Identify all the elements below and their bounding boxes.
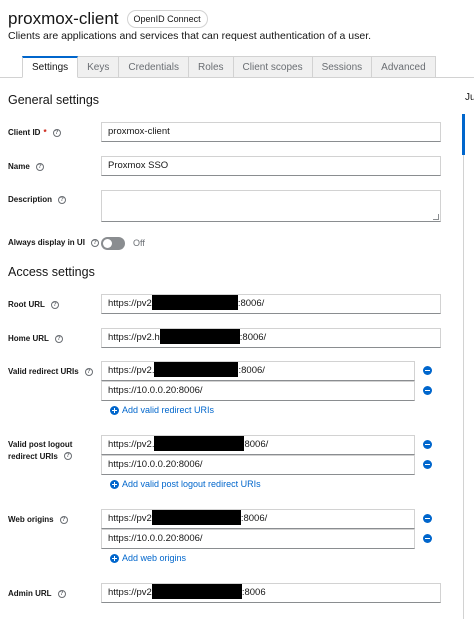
add-web-origin-label: Add web origins xyxy=(122,553,187,563)
page-header: proxmox-client OpenID Connect xyxy=(8,9,208,29)
redaction-block xyxy=(151,584,242,600)
redirect-uri-input[interactable]: https://10.0.0.20:8006/ xyxy=(101,381,415,401)
name-input[interactable]: Proxmox SSO xyxy=(101,156,441,176)
post-logout-label: Valid post logout redirect URIs ? xyxy=(8,439,72,462)
admin-url-input[interactable]: https://pv2 :8006 xyxy=(101,583,441,603)
redirect-uri-suffix: :8006/ xyxy=(238,365,265,376)
redirect-uris-label-text: Valid redirect URIs xyxy=(8,367,79,376)
resize-grip-icon[interactable] xyxy=(433,214,439,220)
client-id-label-text: Client ID xyxy=(8,128,41,137)
root-url-input[interactable]: https://pv2 :8006/ xyxy=(101,294,441,314)
post-logout-uri-input[interactable]: https://pv2. 8006/ xyxy=(101,435,415,455)
remove-minus-icon[interactable] xyxy=(423,460,432,469)
always-display-toggle[interactable] xyxy=(101,237,125,250)
add-redirect-uri-label: Add valid redirect URIs xyxy=(122,405,215,415)
client-id-label: Client ID * ? xyxy=(8,127,61,139)
home-url-label-text: Home URL xyxy=(8,334,49,343)
redirect-uris-label: Valid redirect URIs ? xyxy=(8,366,93,378)
tab-settings[interactable]: Settings xyxy=(22,56,79,78)
tab-roles[interactable]: Roles xyxy=(188,56,234,78)
help-icon[interactable]: ? xyxy=(63,452,72,461)
root-url-prefix: https://pv2 xyxy=(108,298,152,309)
tab-credentials[interactable]: Credentials xyxy=(119,56,189,78)
admin-url-label-text: Admin URL xyxy=(8,589,52,598)
root-url-suffix: :8006/ xyxy=(237,298,265,309)
help-icon[interactable]: ? xyxy=(84,367,93,376)
redaction-block xyxy=(154,362,239,378)
required-marker: * xyxy=(43,128,47,137)
redaction-block xyxy=(159,329,240,345)
redaction-block xyxy=(154,436,245,452)
post-logout-label-line2-row: redirect URIs ? xyxy=(8,451,72,463)
help-icon[interactable]: ? xyxy=(57,589,66,598)
jump-to-section-heading: Ju xyxy=(465,92,474,103)
add-redirect-uri-button[interactable]: Add valid redirect URIs xyxy=(110,405,214,415)
help-icon[interactable]: ? xyxy=(52,128,61,137)
help-icon[interactable]: ? xyxy=(90,238,99,247)
add-plus-icon xyxy=(110,479,119,489)
remove-minus-icon[interactable] xyxy=(423,440,432,449)
redaction-block xyxy=(151,510,241,526)
access-settings-heading: Access settings xyxy=(8,265,95,279)
client-id-input[interactable]: proxmox-client xyxy=(101,122,441,142)
help-icon[interactable]: ? xyxy=(50,300,59,309)
always-display-state: Off xyxy=(133,238,145,248)
post-logout-uri-suffix: 8006/ xyxy=(244,439,269,450)
web-origin-suffix: :8006/ xyxy=(240,513,268,524)
remove-minus-icon[interactable] xyxy=(423,386,432,395)
help-icon[interactable]: ? xyxy=(58,195,67,204)
post-logout-uri-prefix: https://pv2. xyxy=(108,439,155,450)
add-post-logout-uri-label: Add valid post logout redirect URIs xyxy=(122,479,261,489)
general-settings-heading: General settings xyxy=(8,93,100,107)
remove-minus-icon[interactable] xyxy=(423,514,432,523)
redaction-block xyxy=(151,295,238,311)
always-display-label-text: Always display in UI xyxy=(8,238,85,247)
tab-advanced[interactable]: Advanced xyxy=(372,56,436,78)
tab-bar: Settings Keys Credentials Roles Client s… xyxy=(22,56,436,78)
tab-sessions[interactable]: Sessions xyxy=(312,56,373,78)
jump-links-rail xyxy=(463,114,464,619)
admin-url-label: Admin URL ? xyxy=(8,588,66,600)
name-label: Name ? xyxy=(8,161,44,173)
home-url-label: Home URL ? xyxy=(8,333,63,345)
add-post-logout-uri-button[interactable]: Add valid post logout redirect URIs xyxy=(110,479,261,489)
description-label: Description ? xyxy=(8,194,67,206)
tab-client-scopes[interactable]: Client scopes xyxy=(233,56,313,78)
admin-url-prefix: https://pv2 xyxy=(108,587,152,598)
add-plus-icon xyxy=(110,405,119,415)
description-label-text: Description xyxy=(8,195,53,204)
remove-minus-icon[interactable] xyxy=(423,366,432,375)
web-origins-label-text: Web origins xyxy=(8,515,54,524)
root-url-label-text: Root URL xyxy=(8,300,45,309)
add-plus-icon xyxy=(110,553,119,563)
redirect-uri-prefix: https://pv2. xyxy=(108,365,155,376)
tab-keys[interactable]: Keys xyxy=(78,56,120,78)
page-title: proxmox-client xyxy=(8,9,119,28)
always-display-label: Always display in UI ? xyxy=(8,237,99,249)
home-url-prefix: https://pv2.h xyxy=(108,332,160,343)
help-icon[interactable]: ? xyxy=(54,334,63,343)
help-icon[interactable]: ? xyxy=(59,515,68,524)
post-logout-uri-input[interactable]: https://10.0.0.20:8006/ xyxy=(101,455,415,475)
web-origins-label: Web origins ? xyxy=(8,514,68,526)
help-icon[interactable]: ? xyxy=(35,162,44,171)
admin-url-suffix: :8006 xyxy=(241,587,266,598)
jump-link-active-indicator[interactable] xyxy=(462,114,465,155)
web-origin-prefix: https://pv2 xyxy=(108,513,152,524)
name-label-text: Name xyxy=(8,162,30,171)
toggle-knob xyxy=(103,239,112,248)
redirect-uri-input[interactable]: https://pv2. :8006/ xyxy=(101,361,415,381)
home-url-input[interactable]: https://pv2.h :8006/ xyxy=(101,328,441,348)
home-url-suffix: :8006/ xyxy=(239,332,267,343)
add-web-origin-button[interactable]: Add web origins xyxy=(110,553,186,563)
post-logout-label-line2: redirect URIs xyxy=(8,451,58,461)
remove-minus-icon[interactable] xyxy=(423,534,432,543)
description-textarea[interactable] xyxy=(101,190,441,222)
web-origin-input[interactable]: https://10.0.0.20:8006/ xyxy=(101,529,415,549)
root-url-label: Root URL ? xyxy=(8,299,59,311)
page-subtitle: Clients are applications and services th… xyxy=(8,30,372,42)
web-origin-input[interactable]: https://pv2 :8006/ xyxy=(101,509,415,529)
protocol-badge: OpenID Connect xyxy=(126,10,208,28)
post-logout-label-line1: Valid post logout xyxy=(8,440,73,449)
